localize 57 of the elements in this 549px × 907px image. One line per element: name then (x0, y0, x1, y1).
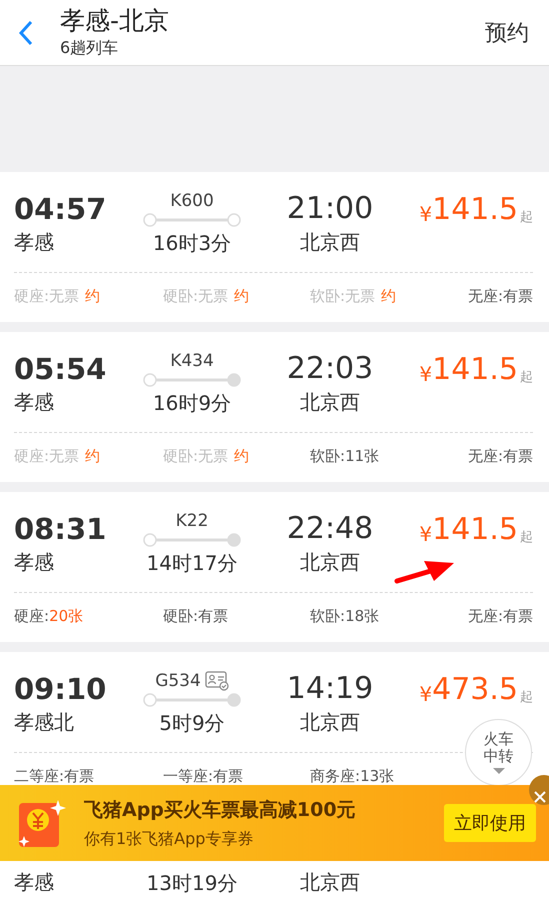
seat-availability: 无座:有票 (468, 286, 533, 306)
arrival-station: 北京西 (300, 229, 360, 256)
travel-duration: 13时19分 (146, 870, 238, 897)
travel-duration: 16时3分 (152, 230, 232, 257)
travel-duration: 14时17分 (146, 550, 238, 577)
train-number: K434 (170, 351, 214, 371)
route-title: 孝感-北京 (60, 6, 170, 36)
arrival-station: 北京西 (300, 869, 360, 896)
travel-duration: 5时9分 (159, 710, 225, 737)
price-suffix: 起 (520, 529, 533, 546)
travel-duration: 16时9分 (152, 390, 232, 417)
seat-availability: 无座:有票 (468, 446, 533, 466)
promo-subtitle: 你有1张飞猪App专享券 (84, 828, 254, 850)
seat-availability: 一等座:有票 (163, 766, 244, 786)
arrival-station: 北京西 (300, 549, 360, 576)
currency-symbol: ¥ (419, 362, 432, 386)
departure-time: 09:10 (14, 671, 106, 708)
seat-availability: 硬卧:无票 约 (163, 446, 250, 466)
train-number: K600 (170, 191, 214, 211)
ticket-price: 473.5 (432, 674, 518, 706)
arrival-time: 22:48 (286, 510, 374, 548)
departure-station: 孝感北 (14, 709, 74, 736)
arrival-time: 14:19 (286, 670, 374, 708)
seat-availability: 硬座:无票 约 (14, 446, 100, 466)
departure-time: 04:57 (14, 191, 106, 228)
seat-availability: 二等座:有票 (14, 766, 94, 786)
seat-availability: 硬卧:有票 (163, 606, 228, 626)
train-number: K22 (176, 511, 208, 531)
currency-symbol: ¥ (419, 522, 432, 546)
seat-availability: 软卧:18张 (310, 606, 380, 626)
seat-availability: 软卧:无票 约 (310, 286, 396, 306)
departure-station: 孝感 (14, 869, 54, 896)
departure-station: 孝感 (14, 229, 54, 256)
arrival-station: 北京西 (300, 709, 360, 736)
train-count: 6趟列车 (60, 38, 120, 59)
departure-time: 08:31 (14, 511, 106, 548)
arrival-time: 21:00 (286, 190, 374, 228)
arrival-station: 北京西 (300, 389, 360, 416)
currency-symbol: ¥ (419, 202, 432, 226)
price-suffix: 起 (520, 209, 533, 226)
seat-availability: 软卧:11张 (310, 446, 380, 466)
departure-time: 05:54 (14, 351, 106, 388)
seat-availability: 无座:有票 (468, 606, 533, 626)
seat-availability: 硬座:无票 约 (14, 286, 100, 306)
seat-availability: 硬座:20张 (14, 606, 84, 626)
ticket-price: 141.5 (432, 194, 518, 226)
arrival-time: 22:03 (286, 350, 374, 388)
price-suffix: 起 (520, 689, 533, 706)
price-suffix: 起 (520, 369, 533, 386)
ticket-price: 141.5 (432, 514, 518, 546)
currency-symbol: ¥ (419, 682, 432, 706)
ticket-price: 141.5 (432, 354, 518, 386)
seat-availability: 硬卧:无票 约 (163, 286, 250, 306)
departure-station: 孝感 (14, 389, 54, 416)
seat-availability: 商务座:13张 (310, 766, 394, 786)
departure-station: 孝感 (14, 549, 54, 576)
train-number: G534 (155, 671, 201, 691)
